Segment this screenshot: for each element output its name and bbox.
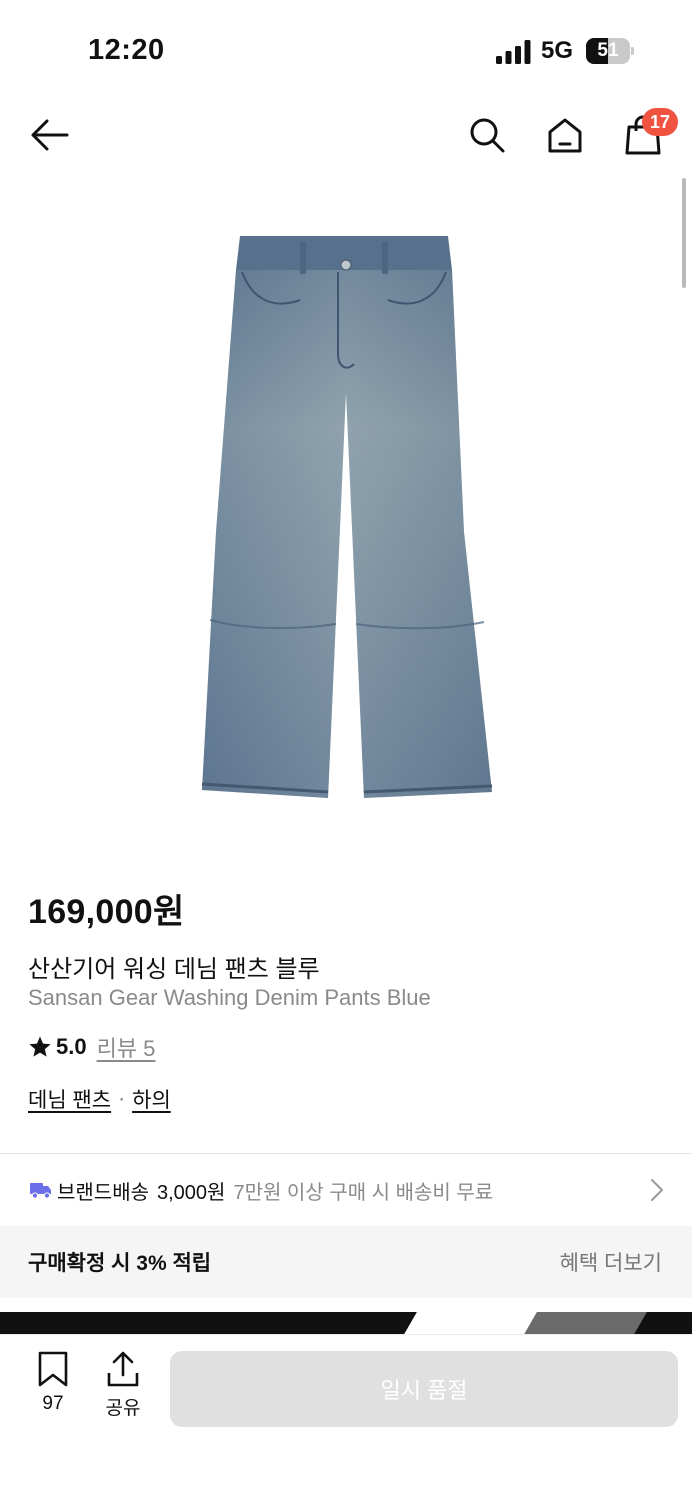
bookmark-button[interactable]: 97 — [28, 1351, 78, 1421]
share-button[interactable]: 공유 — [98, 1351, 148, 1421]
shipping-fee: 3,000원 — [157, 1181, 226, 1204]
product-image[interactable] — [196, 232, 496, 804]
star-icon — [29, 1036, 51, 1057]
scroll-indicator — [682, 178, 686, 288]
home-icon — [548, 118, 582, 153]
chevron-right-icon — [651, 1179, 663, 1201]
status-time: 12:20 — [88, 34, 165, 66]
rating-row: 5.0 리뷰 5 — [28, 1032, 155, 1062]
bottom-action-bar: 97 공유 일시 품절 — [0, 1334, 692, 1500]
back-button[interactable] — [26, 112, 72, 158]
shipping-info-row[interactable]: 브랜드배송 3,000원 7만원 이상 구매 시 배송비 무료 — [0, 1154, 692, 1226]
search-icon — [470, 118, 505, 153]
truck-icon — [30, 1183, 51, 1199]
benefit-label: 구매확정 시 3% 적립 — [28, 1252, 212, 1275]
bookmark-icon — [38, 1351, 68, 1387]
category-breadcrumb: 데님 팬츠 · 하의 — [28, 1084, 171, 1114]
benefit-more-link[interactable]: 혜택 더보기 — [560, 1247, 662, 1277]
bookmark-count: 97 — [42, 1393, 64, 1414]
cellular-signal-icon — [496, 40, 531, 64]
product-price: 169,000원 — [28, 893, 185, 931]
product-title-korean: 산산기어 워싱 데님 팬츠 블루 — [28, 956, 320, 983]
arrow-left-icon — [31, 119, 69, 151]
sold-out-button[interactable]: 일시 품절 — [170, 1351, 678, 1427]
shipping-note: 7만원 이상 구매 시 배송비 무료 — [233, 1181, 494, 1204]
network-label: 5G — [541, 37, 574, 64]
status-bar: 12:20 5G 51 — [0, 0, 692, 100]
category-separator: · — [118, 1087, 126, 1110]
next-section-peek — [0, 1312, 692, 1336]
category-link-denim-pants[interactable]: 데님 팬츠 — [28, 1084, 111, 1114]
top-nav-bar — [0, 100, 692, 170]
benefit-row: 구매확정 시 3% 적립 혜택 더보기 — [0, 1226, 692, 1298]
battery-level: 51 — [597, 40, 619, 61]
product-title-english: Sansan Gear Washing Denim Pants Blue — [28, 985, 431, 1010]
home-button[interactable] — [542, 112, 588, 158]
rating-value: 5.0 — [56, 1034, 87, 1059]
share-icon — [107, 1351, 139, 1387]
search-button[interactable] — [464, 112, 510, 158]
category-link-bottoms[interactable]: 하의 — [132, 1084, 171, 1114]
review-link[interactable]: 리뷰 5 — [97, 1031, 156, 1063]
cart-count-badge: 17 — [642, 108, 678, 136]
battery-icon: 51 — [586, 38, 634, 64]
shipping-label: 브랜드배송 — [57, 1181, 149, 1204]
share-label: 공유 — [105, 1398, 141, 1419]
